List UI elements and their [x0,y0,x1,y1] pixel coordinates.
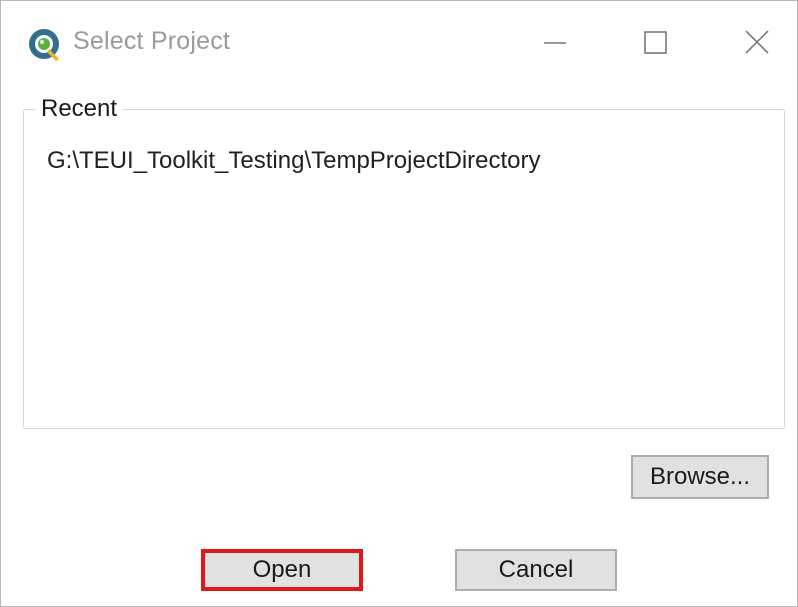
open-button[interactable]: Open [201,549,363,591]
close-icon [727,21,787,65]
qgis-icon [27,27,63,63]
recent-group-label: Recent [35,95,124,123]
window-title: Select Project [73,27,231,55]
title-bar[interactable]: Select Project [1,1,797,83]
select-project-dialog: Select Project Recent G:\TEUI_Toolkit_Te… [0,0,798,607]
minimize-button[interactable] [525,21,585,65]
maximize-icon [625,21,685,65]
recent-project-item[interactable]: G:\TEUI_Toolkit_Testing\TempProjectDirec… [47,147,541,175]
minimize-icon [525,21,585,65]
browse-button[interactable]: Browse... [631,455,769,499]
cancel-button[interactable]: Cancel [455,549,617,591]
close-button[interactable] [727,21,787,65]
maximize-button[interactable] [625,21,685,65]
